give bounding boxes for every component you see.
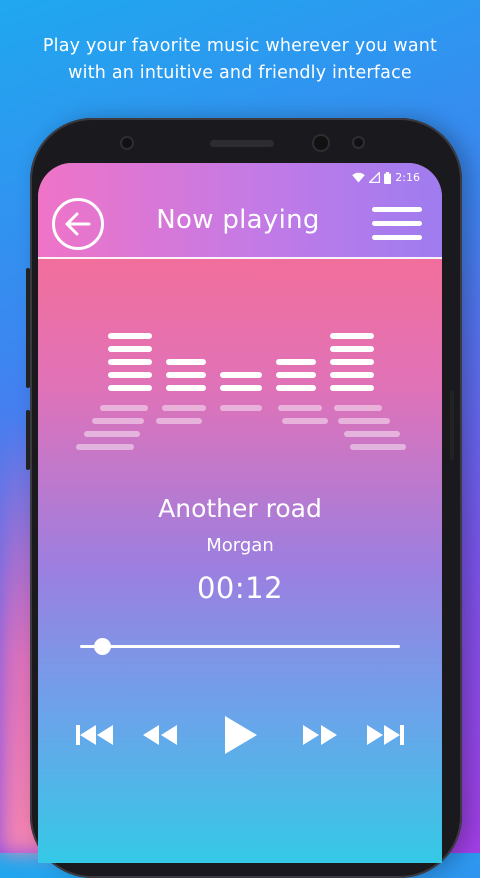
fast-forward-button[interactable] (300, 723, 340, 751)
skip-previous-icon (76, 725, 113, 745)
skip-previous-button[interactable] (74, 723, 116, 751)
fast-forward-icon (303, 725, 337, 745)
song-title: Another road (158, 494, 322, 523)
sensor (354, 138, 363, 147)
rewind-button[interactable] (140, 723, 180, 751)
artist-name: Morgan (206, 535, 274, 556)
wifi-icon (352, 172, 365, 183)
equalizer-graphic (68, 333, 412, 463)
page-title: Now playing (156, 205, 320, 235)
skip-next-icon (367, 725, 404, 745)
power-button (450, 390, 454, 460)
status-bar: 2:16 (352, 171, 420, 184)
promo-line-1: Play your favorite music wherever you wa… (42, 36, 438, 56)
status-time: 2:16 (395, 171, 420, 184)
play-button[interactable] (222, 714, 260, 760)
phone-speaker (210, 140, 274, 147)
promo-line-2: with an intuitive and friendly interface (68, 63, 412, 83)
bixby-button (26, 410, 30, 470)
app-screen: 2:16 Now playing Another road Morgan 00:… (38, 163, 442, 863)
volume-button (26, 268, 30, 388)
header-divider (38, 257, 442, 259)
rewind-icon (143, 725, 177, 745)
menu-button[interactable] (372, 207, 422, 243)
promo-text: Play your favorite music wherever you wa… (0, 33, 480, 87)
signal-icon (369, 172, 381, 183)
back-button[interactable] (52, 198, 104, 250)
battery-icon (384, 171, 392, 184)
skip-next-button[interactable] (364, 723, 406, 751)
hamburger-menu-icon (372, 207, 422, 212)
progress-knob[interactable] (94, 638, 112, 655)
arrow-left-icon (65, 212, 91, 236)
play-icon (225, 716, 257, 754)
sensor-left (122, 138, 132, 148)
front-camera (314, 136, 328, 150)
progress-slider[interactable] (80, 638, 400, 655)
elapsed-time: 00:12 (196, 571, 284, 605)
